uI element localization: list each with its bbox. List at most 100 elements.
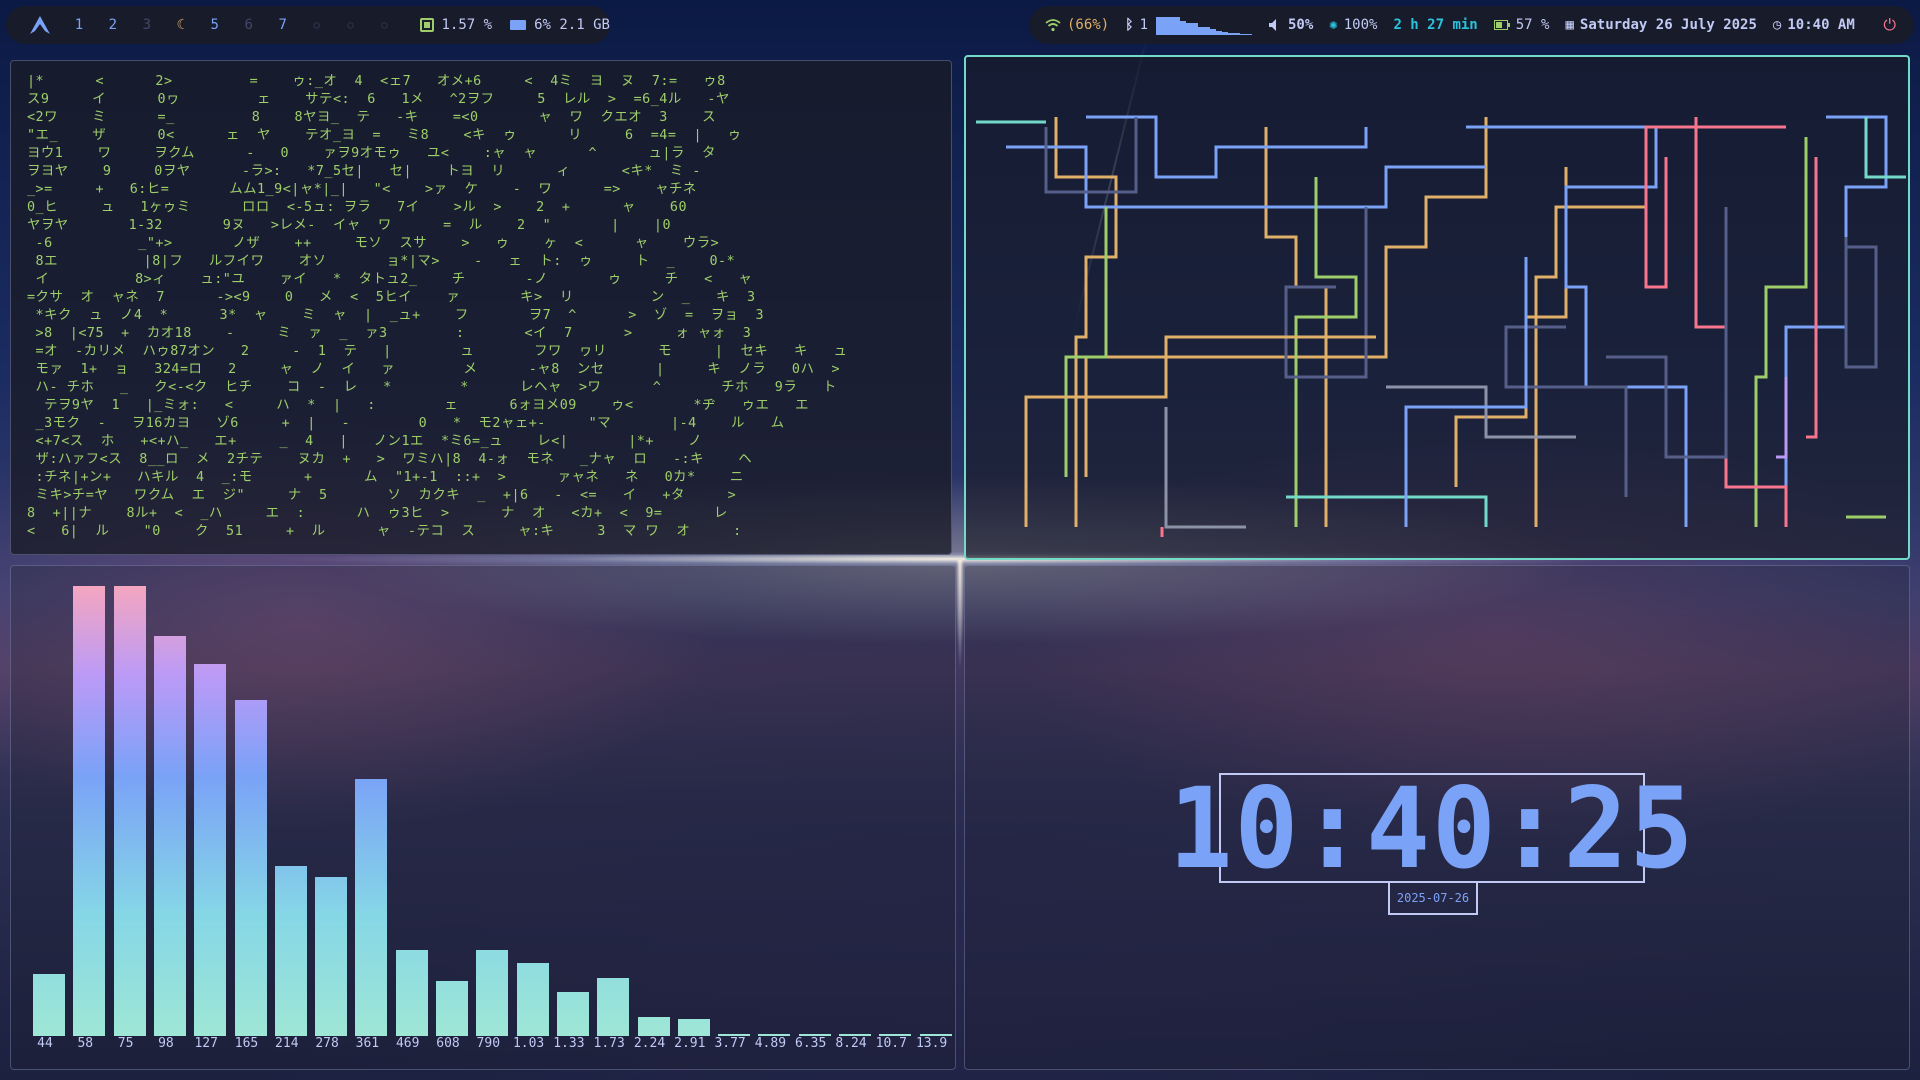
matrix-line: ヤヲヤ 1-32 9ヌ >レメ- イャ ワ = ル 2 " | |0	[27, 218, 672, 233]
matrix-line: <2ワ ミ =_ 8 8ヤヨ_ テ -キ =<0 ャ ワ クエオ 3 ス	[27, 110, 716, 125]
bar-right-module: (66%) ᛒ 1 50% ✺ 100% 2 h 27 min 57 % ▦ S…	[1029, 6, 1914, 44]
visualizer-bars	[23, 566, 952, 1036]
visualizer-frequency-label: 127	[194, 1036, 218, 1051]
workspace-empty-9[interactable]: ○	[334, 20, 368, 31]
cpu-icon	[419, 18, 434, 32]
pipe-segment	[1044, 117, 1138, 194]
clock-icon: ◷	[1772, 17, 1782, 33]
workspace-empty-10[interactable]: ○	[368, 20, 402, 31]
matrix-line: |* < 2> = ゥ:_オ 4 <ェ7 オメ+6 < 4ミ ヨ ヌ 7:= ゥ…	[27, 74, 726, 89]
visualizer-frequency-label: 469	[395, 1036, 420, 1051]
volume-value: 50%	[1288, 17, 1314, 33]
matrix-line: :チネ|+ン+ ハキル 4 _:モ + ム "1+-1 ::+ > ァャネ ネ …	[27, 470, 744, 485]
memory-usage[interactable]: 6% 2.1 GB	[510, 17, 610, 33]
pipes-screensaver	[976, 115, 1906, 537]
matrix-line: *キク ュ ノ4 * 3* ャ ミ ャ | _ュ+ フ ヲ7 ^ > ゾ = ヲ…	[27, 308, 765, 323]
wifi-status[interactable]: (66%)	[1045, 17, 1109, 33]
visualizer-bar	[194, 664, 227, 1036]
pipe-segment	[1644, 125, 1786, 289]
pipe-segment	[1776, 377, 1788, 459]
visualizer-frequency-label: 3.77	[714, 1036, 746, 1051]
visualizer-bar	[436, 981, 468, 1036]
pipe-segment	[1386, 385, 1576, 439]
workspace-1[interactable]: 1	[62, 17, 96, 33]
matrix-rain-text: |* < 2> = ゥ:_オ 4 <ェ7 オメ+6 < 4ミ ヨ ヌ 7:= ゥ…	[27, 73, 947, 541]
time-display[interactable]: ◷ 10:40 AM	[1773, 17, 1855, 33]
clock-terminal-window[interactable]: 10:40:25 2025-07-26	[964, 565, 1910, 1070]
matrix-line: =オ -カリメ ハゥ87オン 2 - 1 テ | ュ フワ ヮリ モ | セキ …	[27, 344, 848, 359]
matrix-line: ヲヨヤ 9 0ヲヤ -ラ>: *7_5セ| セ| トヨ リ ィ <キ* ミ -	[27, 164, 701, 179]
pipe-segment	[1466, 125, 1688, 527]
brightness-status[interactable]: ✺ 100%	[1329, 17, 1377, 33]
matrix-terminal-window[interactable]: |* < 2> = ゥ:_オ 4 <ェ7 オメ+6 < 4ミ ヨ ヌ 7:= ゥ…	[10, 60, 952, 555]
battery-icon	[1493, 20, 1510, 30]
visualizer-frequency-label: 361	[355, 1036, 380, 1051]
audio-visualizer-window[interactable]: 44 58 75 98 127 165 214 278 361 469 608 790 1.03 1.33…	[10, 565, 956, 1070]
network-traffic-graph	[1156, 15, 1252, 35]
visualizer-bar	[395, 950, 428, 1036]
workspace-7[interactable]: 7	[266, 17, 300, 33]
battery-status[interactable]: 57 %	[1493, 17, 1549, 33]
bluetooth-count: 1	[1139, 17, 1148, 33]
wallpaper-vertical-glow	[956, 560, 964, 780]
visualizer-bar	[355, 779, 388, 1036]
visualizer-frequency-label: 58	[77, 1036, 94, 1051]
visualizer-bar	[637, 1017, 670, 1036]
workspace-active-moon-icon[interactable]: ☾	[164, 17, 198, 33]
pipe-segment	[1086, 115, 1368, 179]
cpu-usage-value: 1.57 %	[441, 17, 493, 33]
visualizer-frequency-label: 2.24	[633, 1036, 666, 1051]
visualizer-frequency-label: 2.91	[674, 1036, 706, 1051]
matrix-line: ミキ>チ=ヤ ワクム エ ジ" ナ 5 ソ カクキ _ +|6 - <= イ +…	[27, 488, 737, 503]
visualizer-bar	[153, 636, 186, 1036]
matrix-line: 8 +||ナ 8ル+ < _ハ エ : ハ ゥ3ヒ > ナ オ <カ+ < 9=…	[27, 506, 728, 521]
power-icon[interactable]: ⏻	[1883, 15, 1896, 35]
memory-icon	[510, 20, 527, 30]
cpu-usage[interactable]: 1.57 %	[419, 17, 493, 33]
wifi-icon	[1045, 19, 1061, 32]
calendar-icon: ▦	[1565, 17, 1574, 33]
volume-status[interactable]: 50%	[1268, 17, 1313, 33]
bluetooth-icon: ᛒ	[1125, 17, 1134, 33]
pipe-segment	[1286, 495, 1488, 527]
pipe-segment	[1504, 325, 1628, 497]
pipes-terminal-window[interactable]	[964, 55, 1910, 560]
workspace-2[interactable]: 2	[96, 17, 130, 33]
matrix-line: >8 |<75 + カオ18 - ミ ァ _ ァ3 : <イ 7 > ォ ャォ …	[27, 326, 752, 341]
matrix-line: ザ:ハァフ<ス 8__ロ メ 2チテ ヌカ + > ワミハ|8 4-ォ モネ _…	[27, 452, 753, 467]
matrix-line: ハ- チホ _ ク<-<ク ヒチ コ - レ * * レヘャ >ワ ^ チホ 9…	[27, 380, 837, 395]
visualizer-frequency-label: 1.33	[553, 1036, 585, 1051]
pipe-segment	[1404, 257, 1528, 527]
visualizer-frequency-label: 790	[476, 1036, 501, 1051]
matrix-line: _>= + 6:ヒ= ムム1_9<|ャ*|_| "< >ァ ケ - ワ => ャ…	[27, 182, 697, 197]
clock-frame: 10:40:25	[1169, 763, 1694, 892]
brightness-icon: ✺	[1329, 17, 1338, 33]
matrix-line: "エ_ ザ 0< ェ ヤ テオ_ヨ = ミ8 <キ ゥ リ 6 =4= | ゥ	[27, 128, 742, 143]
date-display[interactable]: ▦ Saturday 26 July 2025	[1565, 17, 1756, 33]
workspace-3[interactable]: 3	[130, 17, 164, 33]
visualizer-frequency-label: 44	[37, 1036, 53, 1051]
battery-time-value: 2 h 27 min	[1393, 17, 1478, 33]
visualizer-frequency-label: 13.9	[915, 1036, 948, 1051]
visualizer-bar	[597, 978, 630, 1036]
visualizer-bar	[476, 950, 509, 1036]
pipe-segment	[1694, 117, 1788, 527]
visualizer-frequency-label: 4.89	[754, 1036, 787, 1051]
pipe-segment	[1844, 237, 1878, 369]
workspace-6[interactable]: 6	[232, 17, 266, 33]
date-value: Saturday 26 July 2025	[1579, 17, 1757, 33]
visualizer-bar	[73, 586, 106, 1036]
matrix-line: _3モク - ヲ16カヨ ゾ6 + | - 0 * モ2ャェ+- "マ |-4 …	[27, 416, 785, 431]
brightness-value: 100%	[1343, 17, 1378, 33]
matrix-line: モァ 1+ ョ 324=ロ 2 ャ ノ イ ァ メ -ャ8 ンセ | キ ノラ …	[27, 362, 841, 377]
memory-usage-value: 6% 2.1 GB	[534, 17, 610, 33]
bluetooth-status[interactable]: ᛒ 1	[1125, 17, 1148, 33]
workspace-empty-8[interactable]: ○	[300, 20, 334, 31]
arch-logo-icon[interactable]	[28, 15, 52, 35]
speaker-icon	[1269, 19, 1276, 31]
pipe-segment	[1164, 407, 1246, 529]
visualizer-frequency-label: 6.35	[795, 1036, 827, 1051]
visualizer-frequency-label: 98	[158, 1036, 174, 1051]
battery-time: 2 h 27 min	[1393, 17, 1477, 33]
workspace-5[interactable]: 5	[198, 17, 232, 33]
